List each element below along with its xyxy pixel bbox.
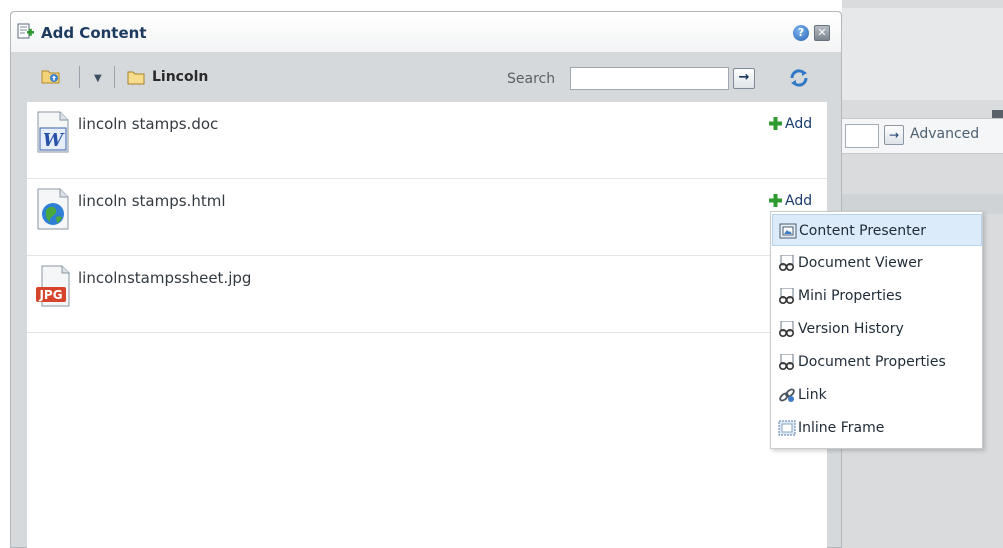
- menu-item-inline-frame[interactable]: Inline Frame: [772, 412, 982, 444]
- menu-item-version-history[interactable]: Version History: [772, 313, 982, 345]
- list-item[interactable]: W lincoln stamps.doc Add: [27, 102, 827, 179]
- file-name[interactable]: lincolnstampssheet.jpg: [78, 269, 251, 287]
- help-icon[interactable]: ?: [793, 25, 809, 41]
- file-name[interactable]: lincoln stamps.doc: [78, 115, 218, 133]
- svg-text:W: W: [43, 130, 65, 151]
- dialog-title: Add Content: [41, 24, 147, 42]
- list-item[interactable]: JPG lincolnstampssheet.jpg: [27, 256, 827, 333]
- add-button[interactable]: Add: [769, 192, 812, 209]
- content-list: W lincoln stamps.doc Add lincoln stamps.…: [27, 102, 827, 548]
- menu-item-document-viewer[interactable]: Document Viewer: [772, 247, 982, 279]
- background-go-button[interactable]: →: [884, 125, 904, 145]
- jpg-image-icon: JPG: [36, 265, 70, 307]
- toolbar: ▼ Lincoln Search →: [11, 52, 841, 102]
- mini-properties-icon: [779, 288, 794, 304]
- version-history-icon: [779, 321, 794, 337]
- search-go-button[interactable]: →: [733, 68, 755, 89]
- file-name[interactable]: lincoln stamps.html: [78, 192, 225, 210]
- search-label: Search: [507, 71, 556, 87]
- menu-item-link[interactable]: Link: [772, 379, 982, 411]
- breadcrumb[interactable]: Lincoln: [152, 69, 208, 85]
- menu-item-label: Version History: [798, 321, 904, 337]
- link-icon: [779, 388, 795, 402]
- menu-item-label: Mini Properties: [798, 288, 902, 304]
- advanced-link[interactable]: Advanced: [910, 126, 979, 142]
- menu-item-label: Document Properties: [798, 354, 946, 370]
- background-search-input[interactable]: [845, 124, 879, 148]
- menu-item-document-properties[interactable]: Document Properties: [772, 346, 982, 378]
- document-properties-icon: [779, 354, 794, 370]
- chevron-down-icon[interactable]: ▼: [94, 73, 102, 84]
- menu-item-mini-properties[interactable]: Mini Properties: [772, 280, 982, 312]
- menu-item-content-presenter[interactable]: Content Presenter: [772, 214, 982, 246]
- word-document-icon: W: [37, 111, 69, 153]
- add-label: Add: [785, 116, 813, 132]
- add-content-icon: [17, 23, 34, 39]
- menu-item-label: Inline Frame: [798, 420, 885, 436]
- content-presenter-icon: [779, 223, 797, 239]
- inline-frame-icon: [778, 420, 796, 436]
- plus-icon: [769, 117, 782, 130]
- background-header: [842, 8, 1003, 100]
- add-content-dialog: Add Content ? ✕ ▼ Lincoln Search → W lin…: [10, 11, 842, 548]
- toolbar-separator: [114, 66, 115, 88]
- add-options-menu: Content Presenter Document Viewer Mini P…: [770, 211, 983, 449]
- add-button[interactable]: Add: [769, 115, 812, 132]
- menu-item-label: Content Presenter: [799, 223, 927, 239]
- folder-icon: [127, 71, 145, 85]
- search-input[interactable]: [570, 67, 729, 90]
- document-viewer-icon: [779, 255, 794, 271]
- list-item[interactable]: lincoln stamps.html Add: [27, 179, 827, 256]
- folder-up-icon[interactable]: [41, 67, 61, 85]
- plus-icon: [769, 194, 782, 207]
- close-icon[interactable]: ✕: [814, 25, 830, 41]
- menu-item-label: Link: [798, 387, 827, 403]
- html-globe-icon: [37, 188, 69, 230]
- toolbar-separator: [79, 66, 80, 88]
- svg-text:JPG: JPG: [38, 288, 62, 302]
- menu-item-label: Document Viewer: [798, 255, 923, 271]
- refresh-icon[interactable]: [788, 67, 810, 89]
- add-label: Add: [785, 193, 813, 209]
- dialog-header: Add Content ? ✕: [11, 12, 841, 52]
